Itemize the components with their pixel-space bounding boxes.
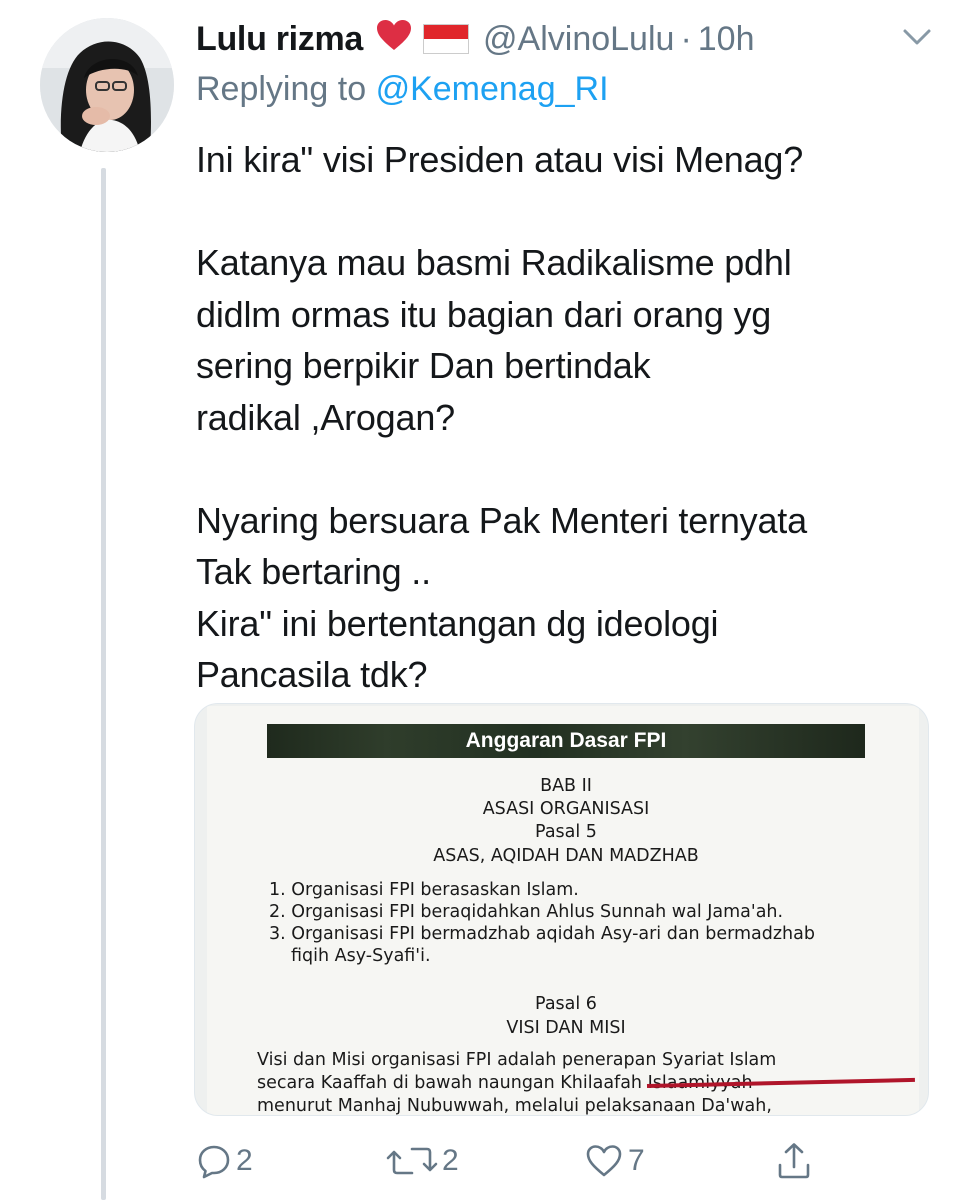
- replying-mention[interactable]: @Kemenag_RI: [376, 70, 609, 108]
- replying-prefix: Replying to: [196, 70, 367, 108]
- document-banner: Anggaran Dasar FPI: [267, 724, 865, 758]
- tweet-text: Ini kira" visi Presiden atau visi Menag?…: [196, 139, 807, 695]
- heart-emoji: [375, 18, 413, 61]
- doc-item: 1. Organisasi FPI berasaskan Islam.: [269, 880, 579, 900]
- tweet-actions: 2 2 7: [196, 1136, 936, 1186]
- doc-paragraph-line: menurut Manhaj Nubuwwah, melalui pelaksa…: [257, 1096, 772, 1116]
- like-count: 7: [628, 1144, 645, 1177]
- indonesia-flag-icon: [423, 24, 470, 54]
- share-button[interactable]: [774, 1136, 814, 1186]
- timestamp[interactable]: 10h: [698, 20, 755, 59]
- doc-article6: Pasal 6: [535, 994, 597, 1014]
- retweet-icon: [386, 1143, 438, 1179]
- doc-article5-title: ASAS, AQIDAH DAN MADZHAB: [433, 846, 699, 866]
- chevron-down-icon[interactable]: [900, 25, 934, 49]
- tweet-header: Lulu rizma @AlvinoLulu · 10h: [196, 14, 755, 64]
- avatar[interactable]: [40, 18, 174, 152]
- reply-icon: [196, 1143, 232, 1179]
- like-button[interactable]: 7: [584, 1136, 645, 1186]
- doc-article5: Pasal 5: [535, 822, 597, 842]
- reply-count: 2: [236, 1144, 253, 1177]
- user-handle[interactable]: @AlvinoLulu: [483, 20, 674, 59]
- doc-item: fiqih Asy-Syafi'i.: [291, 946, 431, 966]
- doc-chapter: BAB II: [540, 776, 592, 796]
- retweet-button[interactable]: 2: [386, 1136, 459, 1186]
- doc-item: 2. Organisasi FPI beraqidahkan Ahlus Sun…: [269, 902, 784, 922]
- separator-dot: ·: [680, 19, 692, 58]
- share-icon: [774, 1141, 814, 1181]
- retweet-count: 2: [442, 1144, 459, 1177]
- thread-line: [101, 168, 106, 1200]
- doc-chapter-title: ASASI ORGANISASI: [482, 799, 650, 819]
- doc-paragraph-line: Visi dan Misi organisasi FPI adalah pene…: [257, 1050, 777, 1070]
- replying-to: Replying to @Kemenag_RI: [196, 70, 609, 109]
- reply-button[interactable]: 2: [196, 1136, 253, 1186]
- display-name[interactable]: Lulu rizma: [196, 20, 363, 59]
- tweet-media-image[interactable]: Anggaran Dasar FPI BAB II ASASI ORGANISA…: [194, 703, 929, 1116]
- doc-article6-title: VISI DAN MISI: [506, 1018, 626, 1038]
- doc-item: 3. Organisasi FPI bermadzhab aqidah Asy-…: [269, 924, 815, 944]
- like-icon: [584, 1143, 624, 1179]
- document-photo: Anggaran Dasar FPI BAB II ASASI ORGANISA…: [207, 706, 919, 1116]
